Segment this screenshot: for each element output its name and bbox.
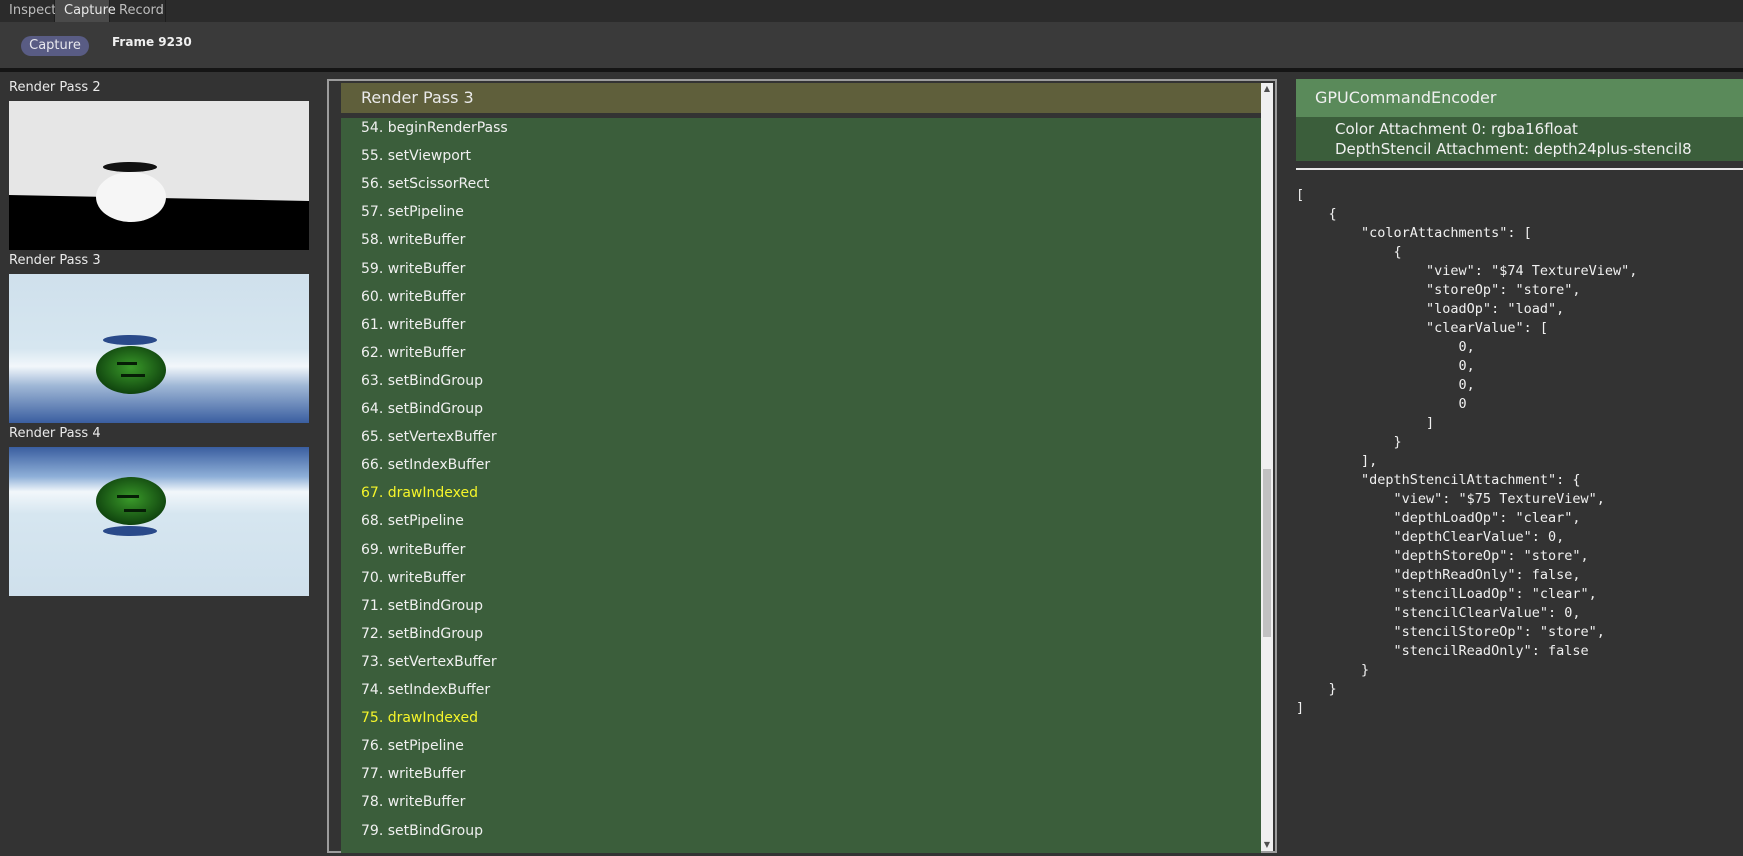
command-item[interactable]: 66. setIndexBuffer: [361, 455, 490, 475]
command-list-panel: Render Pass 3 54. beginRenderPass 55. set…: [327, 79, 1277, 853]
capture-button[interactable]: Capture: [21, 36, 89, 56]
command-item[interactable]: 77. writeBuffer: [361, 764, 465, 784]
thumbnail-render-pass-4[interactable]: [9, 447, 309, 596]
command-item[interactable]: 59. writeBuffer: [361, 259, 465, 279]
thumbnail-title-render-pass-2: Render Pass 2: [9, 80, 101, 95]
thumbnail-title-render-pass-4: Render Pass 4: [9, 426, 101, 441]
render-pass-2-image: [9, 101, 309, 250]
encoder-title[interactable]: GPUCommandEncoder: [1296, 79, 1743, 117]
command-item[interactable]: 69. writeBuffer: [361, 540, 465, 560]
tab-record[interactable]: Record: [110, 0, 166, 22]
thumbnail-render-pass-3[interactable]: [9, 274, 309, 423]
command-item[interactable]: 68. setPipeline: [361, 511, 464, 531]
scroll-up-icon[interactable]: ▲: [1261, 83, 1273, 95]
command-item[interactable]: 75. drawIndexed: [361, 708, 478, 728]
depth-attachment-label: DepthStencil Attachment: depth24plus-ste…: [1335, 140, 1692, 158]
command-item[interactable]: 62. writeBuffer: [361, 343, 465, 363]
command-item[interactable]: 70. writeBuffer: [361, 568, 465, 588]
command-item[interactable]: 71. setBindGroup: [361, 596, 483, 616]
render-pass-header[interactable]: Render Pass 3: [341, 83, 1261, 113]
command-item[interactable]: 57. setPipeline: [361, 202, 464, 222]
command-item[interactable]: 58. writeBuffer: [361, 230, 465, 250]
command-list[interactable]: Render Pass 3 54. beginRenderPass 55. set…: [341, 83, 1261, 853]
render-pass-3-image: [9, 274, 309, 423]
command-item[interactable]: 78. writeBuffer: [361, 792, 465, 812]
toolbar: Capture Frame 9230: [0, 22, 1743, 68]
command-item[interactable]: 79. setBindGroup: [361, 821, 483, 841]
color-attachment-label: Color Attachment 0: rgba16float: [1335, 120, 1578, 138]
command-item[interactable]: 65. setVertexBuffer: [361, 427, 497, 447]
top-tab-bar: Inspect Capture Record: [0, 0, 1743, 22]
command-item[interactable]: 64. setBindGroup: [361, 399, 483, 419]
command-item[interactable]: 76. setPipeline: [361, 736, 464, 756]
tab-inspect[interactable]: Inspect: [0, 0, 56, 22]
command-item[interactable]: 63. setBindGroup: [361, 371, 483, 391]
command-item[interactable]: 61. writeBuffer: [361, 315, 465, 335]
encoder-attachments: Color Attachment 0: rgba16float DepthSte…: [1296, 117, 1743, 161]
encoder-divider: [1296, 168, 1743, 170]
render-pass-descriptor-json: [ { "colorAttachments": [ { "view": "$74…: [1296, 187, 1638, 716]
scroll-down-icon[interactable]: ▼: [1261, 839, 1273, 851]
tab-capture[interactable]: Capture: [55, 0, 116, 22]
thumbnail-title-render-pass-3: Render Pass 3: [9, 253, 101, 268]
command-item[interactable]: 54. beginRenderPass: [361, 118, 508, 138]
command-item[interactable]: 56. setScissorRect: [361, 174, 489, 194]
toolbar-divider: [0, 68, 1743, 72]
scrollbar-thumb[interactable]: [1263, 469, 1271, 637]
thumbnail-render-pass-2[interactable]: [9, 101, 309, 250]
command-item[interactable]: 72. setBindGroup: [361, 624, 483, 644]
render-pass-4-image: [9, 447, 309, 596]
command-item[interactable]: 74. setIndexBuffer: [361, 680, 490, 700]
command-list-scrollbar[interactable]: ▲ ▼: [1261, 83, 1273, 851]
command-item[interactable]: 60. writeBuffer: [361, 287, 465, 307]
command-item[interactable]: 73. setVertexBuffer: [361, 652, 497, 672]
frame-label: Frame 9230: [112, 35, 192, 49]
command-item[interactable]: 55. setViewport: [361, 146, 471, 166]
command-item[interactable]: 67. drawIndexed: [361, 483, 478, 503]
